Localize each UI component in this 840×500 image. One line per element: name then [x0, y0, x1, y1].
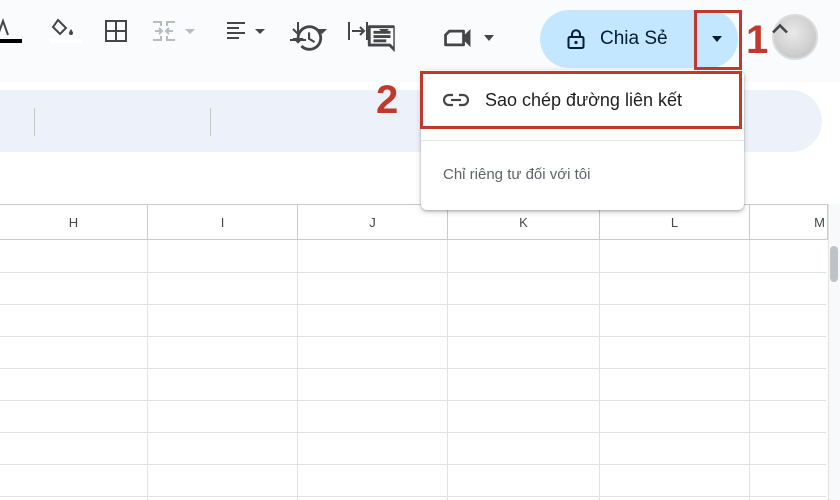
collapse-toolbar-button[interactable] — [766, 15, 794, 43]
text-color-icon — [0, 18, 22, 43]
fill-color-button[interactable] — [50, 17, 82, 45]
lock-icon — [566, 28, 586, 50]
cell-grid[interactable] — [0, 240, 826, 500]
share-button[interactable]: Chia Sẻ — [540, 10, 694, 68]
column-header-h[interactable]: H — [0, 204, 148, 240]
grid-line — [0, 464, 826, 465]
share-button-label: Chia Sẻ — [600, 28, 668, 49]
video-call-icon — [444, 29, 471, 47]
grid-line — [297, 240, 298, 500]
grid-line — [147, 240, 148, 500]
grid-line — [0, 336, 826, 337]
grid-line — [0, 272, 826, 273]
text-wrap-icon — [348, 22, 368, 40]
column-header-label: K — [519, 214, 528, 230]
grid-line — [0, 400, 826, 401]
borders-icon — [105, 20, 127, 42]
column-header-i[interactable]: I — [148, 204, 298, 240]
vertical-align-button[interactable] — [286, 17, 327, 45]
grid-line — [599, 240, 600, 500]
grid-line — [749, 240, 750, 500]
highlight-box-copy-link — [420, 71, 742, 129]
column-header-label: J — [369, 214, 376, 230]
grid-line — [0, 432, 826, 433]
text-wrap-button[interactable] — [346, 17, 389, 45]
step-number-2: 2 — [376, 78, 399, 122]
vertical-align-icon — [290, 22, 306, 41]
text-color-button[interactable] — [0, 17, 22, 45]
toolbar-divider — [210, 108, 211, 136]
grid-line — [0, 368, 826, 369]
meet-dropdown-icon — [484, 35, 494, 41]
merge-cells-button[interactable] — [150, 17, 195, 45]
collapse-toolbar-icon — [772, 23, 788, 34]
borders-button[interactable] — [104, 17, 128, 45]
merge-cells-icon — [153, 21, 175, 41]
column-header-label: H — [68, 214, 79, 230]
fill-color-icon — [50, 18, 82, 43]
column-header-label: L — [670, 214, 679, 230]
grid-line — [447, 240, 448, 500]
menu-divider — [421, 140, 744, 141]
horizontal-align-icon — [227, 22, 245, 39]
toolbar-divider — [34, 108, 35, 136]
grid-line — [0, 496, 826, 497]
horizontal-align-button[interactable] — [224, 17, 265, 45]
column-header-label: I — [220, 214, 225, 230]
highlight-box-share-dropdown — [694, 10, 742, 70]
column-header-label: M — [814, 214, 825, 230]
meet-button[interactable] — [440, 18, 510, 58]
scrollbar-thumb[interactable] — [830, 246, 838, 282]
access-status-text: Chỉ riêng tư đối với tôi — [443, 166, 591, 183]
column-header-m[interactable]: M — [750, 204, 828, 240]
step-number-1: 1 — [746, 18, 769, 62]
grid-line — [0, 304, 826, 305]
